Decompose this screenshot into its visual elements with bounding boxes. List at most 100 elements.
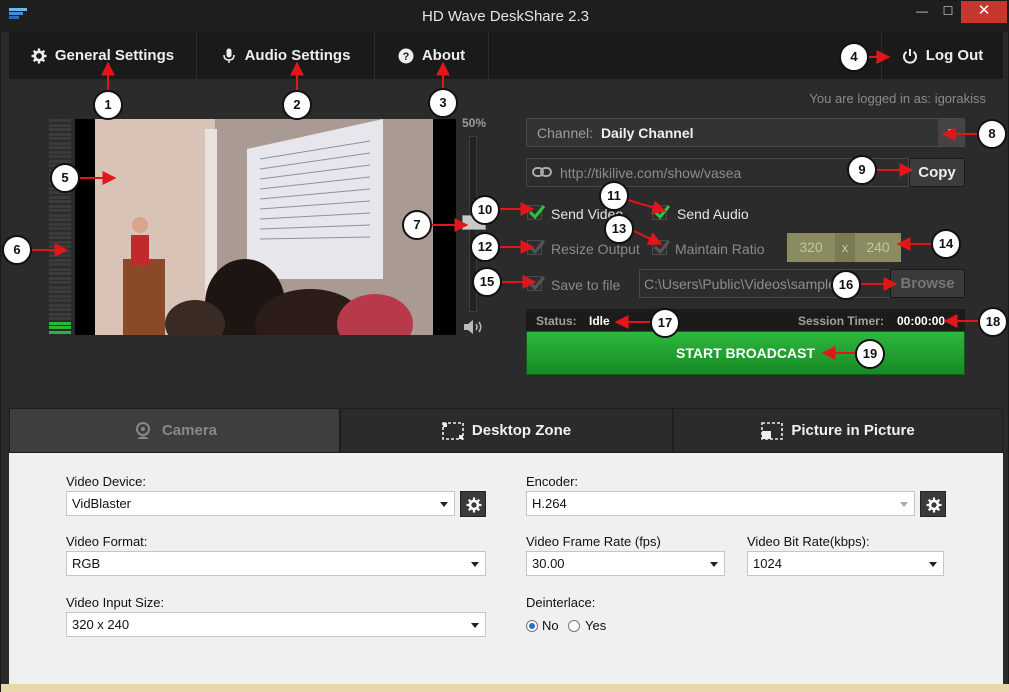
video-preview — [75, 119, 456, 335]
checkmark-icon — [653, 205, 671, 220]
callout-marker: 10 — [470, 195, 500, 225]
screen-region-icon — [442, 421, 464, 440]
callout-marker: 19 — [855, 339, 885, 369]
bit-rate-select[interactable]: 1024 — [747, 551, 944, 576]
frame-rate-label: Video Frame Rate (fps) — [526, 534, 661, 549]
save-to-file-checkbox[interactable] — [527, 276, 546, 291]
resize-output-checkbox[interactable] — [527, 240, 546, 255]
deinterlace-no-radio[interactable] — [526, 620, 538, 632]
microphone-icon — [222, 48, 235, 63]
output-width-field[interactable]: 320 — [787, 233, 835, 262]
callout-marker: 6 — [2, 235, 32, 265]
close-button[interactable]: ✕ — [961, 1, 1007, 23]
general-settings-button[interactable]: General Settings — [9, 32, 197, 79]
tab-desktop-zone[interactable]: Desktop Zone — [340, 408, 673, 453]
callout-marker: 16 — [831, 270, 861, 300]
webcam-icon — [135, 421, 150, 439]
video-input-size-label: Video Input Size: — [66, 595, 165, 610]
size-separator: x — [835, 233, 855, 262]
about-label: About — [421, 47, 466, 64]
callout-marker: 12 — [470, 232, 500, 262]
level-meter-bar — [49, 231, 71, 235]
level-meter-bar — [49, 146, 71, 149]
start-broadcast-button[interactable]: START BROADCAST — [526, 331, 965, 375]
encoder-settings-button[interactable] — [920, 491, 946, 517]
browse-button[interactable]: Browse — [890, 269, 965, 298]
callout-marker: 3 — [428, 88, 458, 118]
callout-marker: 7 — [402, 210, 432, 240]
level-meter-bar — [49, 285, 71, 289]
resize-output-label: Resize Output — [551, 241, 640, 257]
audio-settings-label: Audio Settings — [244, 47, 351, 64]
video-format-select[interactable]: RGB — [66, 551, 486, 576]
copy-button[interactable]: Copy — [909, 158, 965, 187]
video-device-label: Video Device: — [66, 474, 146, 489]
level-meter-bar — [49, 281, 71, 284]
app-window: HD Wave DeskShare 2.3 — ☐ ✕ General Sett… — [0, 0, 1009, 692]
tab-desktop-zone-label: Desktop Zone — [471, 422, 572, 439]
video-input-size-value: 320 x 240 — [72, 617, 130, 632]
video-device-settings-button[interactable] — [460, 491, 486, 517]
send-audio-checkbox[interactable] — [652, 205, 671, 220]
level-meter-bar — [49, 299, 71, 302]
about-button[interactable]: ? About — [375, 32, 489, 79]
checkmark-icon — [528, 240, 546, 255]
channel-name: Daily Channel — [600, 125, 694, 141]
level-meter-bar — [49, 317, 71, 320]
window-bottom-edge — [1, 684, 1009, 692]
callout-marker: 18 — [978, 307, 1008, 337]
level-meter-bar — [49, 159, 71, 163]
tab-picture-in-picture[interactable]: Picture in Picture — [673, 408, 1003, 453]
checkmark-icon — [528, 205, 546, 220]
status-bar: Status: Idle Session Timer: 00:00:00 — [526, 309, 965, 331]
save-to-file-label: Save to file — [551, 277, 621, 293]
callout-marker: 15 — [472, 267, 502, 297]
channel-select[interactable]: Channel: Daily Channel — [526, 118, 965, 147]
level-meter-bar — [49, 209, 71, 212]
level-meter-bar — [49, 245, 71, 248]
level-meter-bar — [49, 326, 71, 329]
callout-marker: 5 — [50, 163, 80, 193]
level-meter-bar — [49, 137, 71, 140]
audio-level-meter — [49, 119, 71, 335]
session-timer-label: Session Timer: — [798, 314, 884, 328]
callout-marker: 1 — [93, 90, 123, 120]
logged-in-text: You are logged in as: igorakiss — [809, 91, 986, 106]
maintain-ratio-checkbox[interactable] — [652, 240, 671, 255]
level-meter-bar — [49, 330, 71, 334]
tab-camera[interactable]: Camera — [9, 408, 340, 453]
callout-marker: 2 — [282, 90, 312, 120]
frame-rate-select[interactable]: 30.00 — [526, 551, 725, 576]
svg-text:?: ? — [402, 51, 409, 63]
send-video-checkbox[interactable] — [527, 205, 546, 220]
tab-pip-label: Picture in Picture — [791, 422, 915, 439]
checkmark-icon — [528, 276, 546, 291]
level-meter-bar — [49, 303, 71, 307]
chevron-down-icon[interactable]: ▼ — [938, 119, 964, 146]
link-icon — [532, 167, 552, 177]
status-label: Status: — [536, 314, 577, 328]
video-input-size-select[interactable]: 320 x 240 — [66, 612, 486, 637]
maintain-ratio-label: Maintain Ratio — [675, 241, 765, 257]
level-meter-bar — [49, 150, 71, 154]
log-out-label: Log Out — [925, 47, 984, 64]
log-out-button[interactable]: Log Out — [881, 32, 1003, 79]
tab-camera-label: Camera — [161, 422, 218, 439]
output-height-field[interactable]: 240 — [855, 233, 901, 262]
level-meter-bar — [49, 249, 71, 253]
level-meter-bar — [49, 213, 71, 217]
audio-settings-button[interactable]: Audio Settings — [197, 32, 375, 79]
video-device-select[interactable]: VidBlaster — [66, 491, 455, 516]
encoder-select[interactable]: H.264 — [526, 491, 915, 516]
level-meter-bar — [49, 128, 71, 131]
level-meter-bar — [49, 141, 71, 145]
maximize-button[interactable]: ☐ — [935, 1, 961, 23]
level-meter-bar — [49, 218, 71, 221]
deinterlace-yes-radio[interactable] — [568, 620, 580, 632]
picture-in-picture-icon — [761, 421, 784, 440]
level-meter-bar — [49, 119, 71, 122]
speaker-icon[interactable] — [463, 319, 485, 335]
callout-marker: 11 — [599, 181, 629, 211]
minimize-button[interactable]: — — [909, 1, 935, 23]
gear-icon — [31, 48, 47, 63]
